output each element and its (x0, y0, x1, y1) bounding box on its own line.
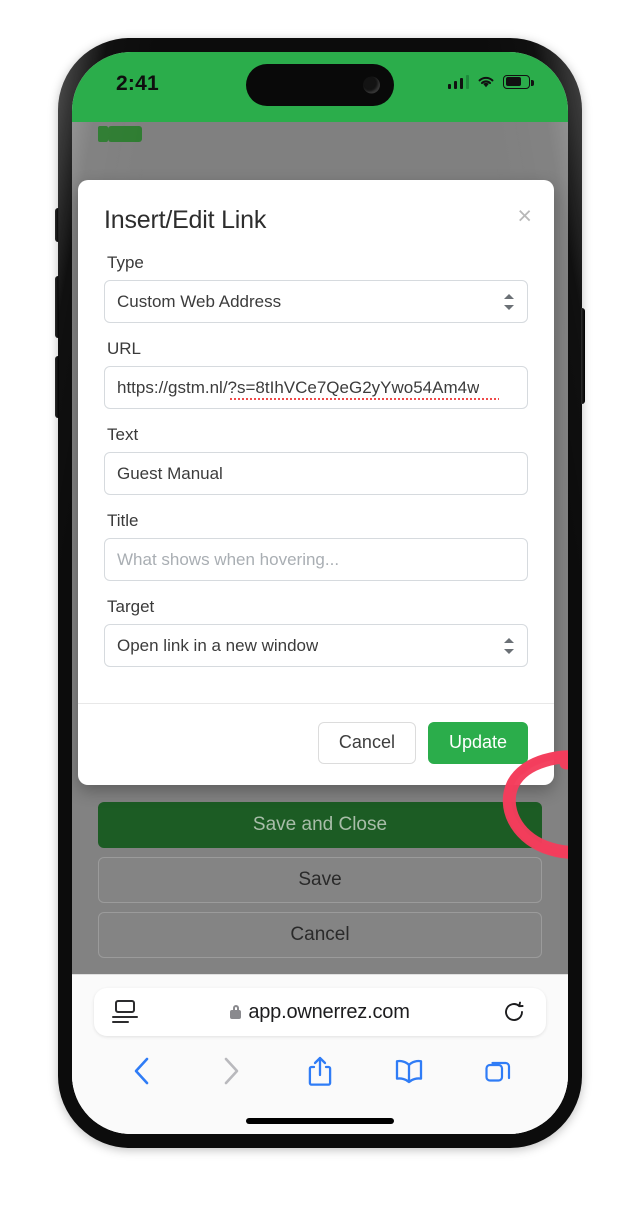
field-target: Target Open link in a new window (104, 597, 528, 667)
update-button[interactable]: Update (427, 721, 528, 764)
field-text: Text Guest Manual (104, 425, 528, 495)
modal-header: Insert/Edit Link × (78, 180, 554, 241)
url-input[interactable]: https://gstm.nl/?s=8tIhVCe7QeG2yYwo54Am4… (104, 366, 528, 409)
modal-body: Type Custom Web Address URL https://gstm… (78, 241, 554, 703)
field-url: URL https://gstm.nl/?s=8tIhVCe7QeG2yYwo5… (104, 339, 528, 409)
wifi-icon (478, 76, 494, 88)
insert-edit-link-modal: Insert/Edit Link × Type Custom Web Addre… (78, 180, 554, 785)
save-and-close-button[interactable]: Save and Close (98, 802, 542, 848)
phone-frame: 2:41 Save and Close Save Cancel Insert/E… (55, 38, 585, 1148)
target-select[interactable]: Open link in a new window (104, 624, 528, 667)
field-label-target: Target (107, 597, 155, 616)
modal-footer: Cancel Update (78, 703, 554, 785)
save-button[interactable]: Save (98, 857, 542, 903)
safari-toolbar (72, 1042, 568, 1100)
background-chip-left (98, 126, 108, 142)
status-bar-indicators (447, 74, 534, 89)
address-bar[interactable]: app.ownerrez.com (94, 988, 546, 1036)
background-action-buttons: Save and Close Save Cancel (98, 802, 542, 967)
bookmarks-button[interactable] (392, 1054, 426, 1088)
cellular-signal-icon (447, 74, 469, 89)
modal-cancel-button[interactable]: Cancel (317, 721, 416, 764)
lock-icon (230, 1005, 242, 1019)
chevron-updown-icon (504, 637, 514, 655)
page-settings-icon[interactable] (112, 1000, 138, 1024)
cancel-button[interactable]: Cancel (98, 912, 542, 958)
home-indicator (246, 1118, 394, 1124)
address-bar-center: app.ownerrez.com (94, 1001, 546, 1024)
title-input-placeholder: What shows when hovering... (117, 549, 340, 569)
screenshot-root: 2:41 Save and Close Save Cancel Insert/E… (0, 0, 640, 1218)
back-button[interactable] (125, 1054, 159, 1088)
url-input-value: https://gstm.nl/?s=8tIhVCe7QeG2yYwo54Am4… (117, 377, 480, 397)
field-label-url: URL (107, 339, 142, 358)
field-title: Title What shows when hovering... (104, 511, 528, 581)
chevron-updown-icon (504, 293, 514, 311)
volume-up-button[interactable] (55, 276, 59, 338)
close-icon[interactable]: × (517, 204, 532, 229)
volume-down-button[interactable] (55, 356, 59, 418)
type-select[interactable]: Custom Web Address (104, 280, 528, 323)
battery-icon (503, 74, 534, 89)
text-input-value: Guest Manual (117, 463, 223, 483)
spellcheck-underline (229, 397, 499, 400)
target-select-value: Open link in a new window (117, 635, 319, 655)
title-input[interactable]: What shows when hovering... (104, 538, 528, 581)
status-bar-clock: 2:41 (116, 72, 159, 95)
status-bar: 2:41 (72, 52, 568, 122)
front-camera-icon (363, 76, 380, 94)
dynamic-island (246, 64, 394, 106)
address-bar-url: app.ownerrez.com (248, 1000, 410, 1023)
text-input[interactable]: Guest Manual (104, 452, 528, 495)
silent-switch[interactable] (55, 208, 59, 242)
power-button[interactable] (581, 308, 585, 404)
field-label-title: Title (107, 511, 139, 530)
page-title: Insert/Edit Link (104, 206, 267, 234)
background-chip (108, 126, 142, 142)
type-select-value: Custom Web Address (117, 291, 282, 311)
safari-browser-chrome: app.ownerrez.com (72, 974, 568, 1134)
field-label-type: Type (107, 253, 144, 272)
tabs-button[interactable] (481, 1054, 515, 1088)
share-button[interactable] (303, 1054, 337, 1088)
phone-screen: 2:41 Save and Close Save Cancel Insert/E… (72, 52, 568, 1134)
field-label-text: Text (107, 425, 139, 444)
field-type: Type Custom Web Address (104, 253, 528, 323)
reload-icon[interactable] (502, 1000, 526, 1024)
forward-button (214, 1054, 248, 1088)
